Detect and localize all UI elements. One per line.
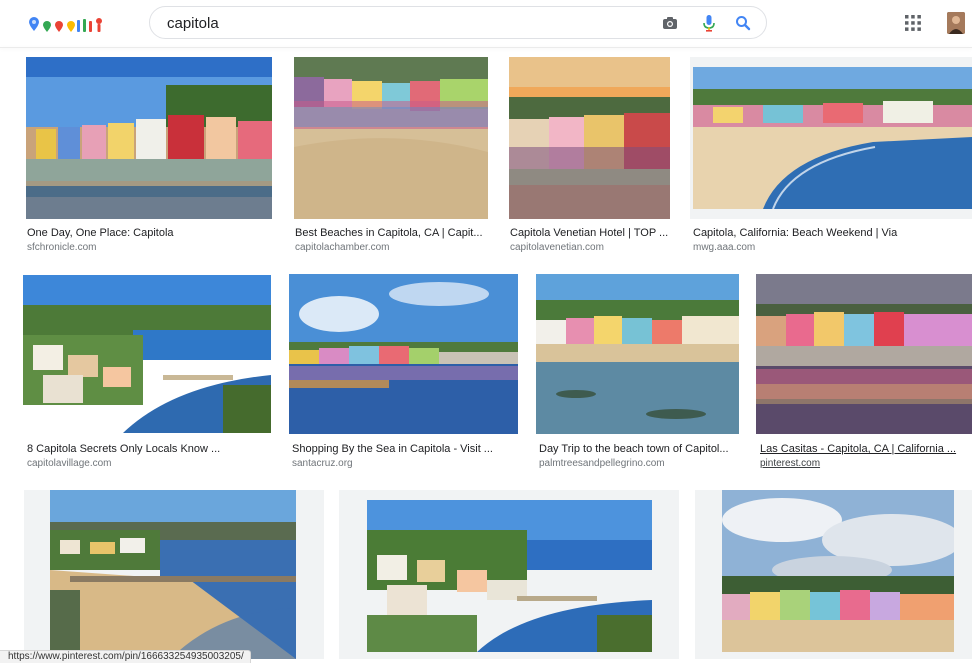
result-thumbnail[interactable] bbox=[756, 274, 972, 434]
apps-grid-icon[interactable] bbox=[904, 14, 922, 32]
result-thumbnail[interactable] bbox=[509, 57, 670, 219]
image-result[interactable]: Capitola, California: Beach Weekend | Vi… bbox=[690, 56, 972, 256]
image-result[interactable]: Capitola Venetian Hotel | TOP ... capito… bbox=[509, 56, 684, 256]
doodle-icon bbox=[29, 17, 102, 32]
result-source[interactable]: capitolavenetian.com bbox=[510, 241, 604, 254]
image-result[interactable]: Day Trip to the beach town of Capitol...… bbox=[536, 274, 741, 474]
image-result[interactable] bbox=[24, 490, 324, 659]
result-thumbnail[interactable] bbox=[294, 57, 488, 219]
result-title[interactable]: Capitola Venetian Hotel | TOP ... bbox=[510, 226, 682, 240]
result-thumbnail[interactable] bbox=[367, 500, 652, 652]
image-result[interactable]: Shopping By the Sea in Capitola - Visit … bbox=[289, 274, 521, 474]
result-thumbnail[interactable] bbox=[289, 274, 518, 434]
result-title[interactable]: Shopping By the Sea in Capitola - Visit … bbox=[292, 442, 520, 456]
result-source[interactable]: santacruz.org bbox=[292, 457, 353, 470]
result-source[interactable]: pinterest.com bbox=[760, 457, 820, 470]
result-thumbnail[interactable] bbox=[26, 57, 272, 219]
result-source[interactable]: capitolavillage.com bbox=[27, 457, 112, 470]
header-divider bbox=[0, 47, 972, 48]
image-result[interactable] bbox=[695, 490, 972, 659]
result-thumbnail[interactable] bbox=[50, 490, 296, 659]
result-title[interactable]: Best Beaches in Capitola, CA | Capit... bbox=[295, 226, 493, 240]
status-bar-url: https://www.pinterest.com/pin/1666332549… bbox=[0, 650, 251, 663]
microphone-icon[interactable] bbox=[699, 13, 719, 33]
result-title[interactable]: Capitola, California: Beach Weekend | Vi… bbox=[693, 226, 968, 240]
result-title[interactable]: One Day, One Place: Capitola bbox=[27, 226, 273, 240]
image-result[interactable]: 8 Capitola Secrets Only Locals Know ... … bbox=[23, 274, 273, 474]
result-source[interactable]: capitolachamber.com bbox=[295, 241, 390, 254]
image-result[interactable]: Las Casitas - Capitola, CA | California … bbox=[756, 274, 972, 474]
result-source[interactable]: mwg.aaa.com bbox=[693, 241, 755, 254]
account-avatar[interactable] bbox=[947, 12, 965, 34]
camera-icon[interactable] bbox=[660, 13, 680, 33]
result-title[interactable]: Las Casitas - Capitola, CA | California … bbox=[760, 442, 970, 456]
search-input[interactable] bbox=[167, 13, 627, 33]
result-thumbnail[interactable] bbox=[722, 490, 954, 652]
header-bar bbox=[0, 0, 972, 48]
image-result[interactable] bbox=[339, 490, 679, 659]
search-box[interactable] bbox=[149, 6, 767, 39]
result-thumbnail[interactable] bbox=[23, 275, 271, 433]
search-icon[interactable] bbox=[733, 13, 753, 33]
image-result[interactable]: One Day, One Place: Capitola sfchronicle… bbox=[25, 56, 275, 256]
image-result[interactable]: Best Beaches in Capitola, CA | Capit... … bbox=[294, 56, 494, 256]
result-thumbnail[interactable] bbox=[536, 274, 739, 434]
result-title[interactable]: Day Trip to the beach town of Capitol... bbox=[539, 442, 739, 456]
result-thumbnail[interactable] bbox=[693, 67, 972, 209]
result-source[interactable]: palmtreesandpellegrino.com bbox=[539, 457, 665, 470]
google-doodle-logo[interactable] bbox=[27, 16, 113, 34]
result-source[interactable]: sfchronicle.com bbox=[27, 241, 96, 254]
result-title[interactable]: 8 Capitola Secrets Only Locals Know ... bbox=[27, 442, 273, 456]
